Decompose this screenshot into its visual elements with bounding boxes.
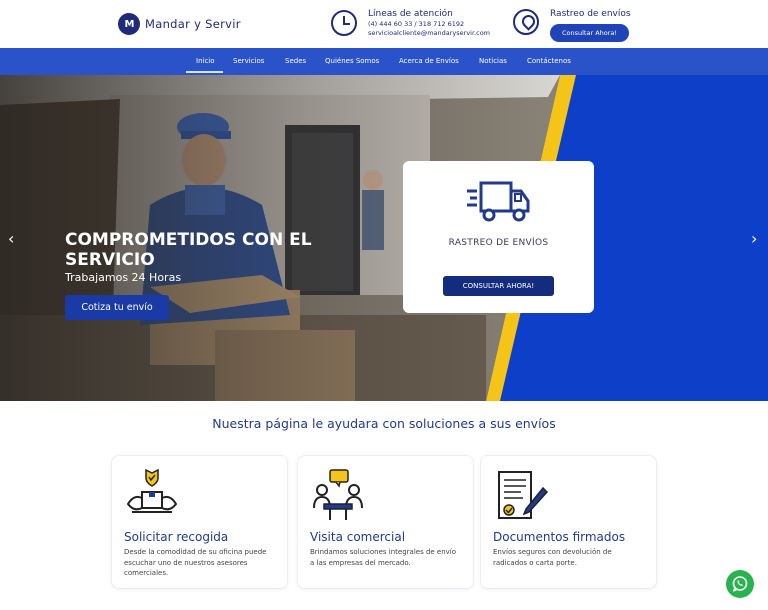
- slider-next-icon[interactable]: ›: [751, 229, 757, 248]
- card-description: Envíos seguros con devolución de radicad…: [493, 548, 612, 567]
- delivery-truck-icon: [467, 181, 530, 222]
- nav-item-acerca-envios[interactable]: Acerca de Envíos: [399, 57, 459, 65]
- signed-document-icon: [498, 471, 549, 519]
- service-card[interactable]: Visita comercial Brindamos soluciones in…: [297, 455, 474, 589]
- whatsapp-icon: [732, 576, 748, 592]
- main-nav: Inicio Servicios Sedes Quiénes Somos Ace…: [0, 48, 768, 75]
- card-title: Solicitar recogida: [124, 530, 229, 544]
- nav-item-quienes-somos[interactable]: Quiénes Somos: [325, 57, 379, 65]
- location-pin-icon: [513, 9, 539, 35]
- card-title: Documentos firmados: [493, 530, 626, 544]
- service-card[interactable]: Documentos firmados Envíos seguros con d…: [480, 455, 657, 589]
- logo-text: Mandar y Servir: [145, 17, 241, 31]
- package-pickup-icon: [126, 468, 178, 513]
- tracking-card: RASTREO DE ENVÍOS CONSULTAR AHORA!: [403, 161, 594, 313]
- nav-item-servicios[interactable]: Servicios: [233, 57, 264, 65]
- logo[interactable]: M Mandar y Servir: [118, 13, 241, 35]
- nav-item-noticias[interactable]: Noticias: [479, 57, 507, 65]
- nav-item-sedes[interactable]: Sedes: [285, 57, 306, 65]
- tracking-title: Rastreo de envíos: [550, 9, 631, 19]
- meeting-icon: [313, 469, 363, 520]
- hero-subtitle: Trabajamos 24 Horas: [65, 271, 182, 284]
- logo-mark: M: [118, 13, 140, 35]
- clock-icon: [331, 10, 357, 36]
- slider-prev-icon[interactable]: ‹: [8, 229, 14, 248]
- contact-email[interactable]: servicioalcliente@mandaryservir.com: [368, 29, 490, 38]
- nav-item-inicio[interactable]: Inicio: [196, 57, 215, 65]
- service-card[interactable]: Solicitar recogida Desde la comodidad de…: [111, 455, 288, 589]
- header-track-button[interactable]: Consultar Ahora!: [550, 24, 629, 42]
- card-description: Brindamos soluciones integrales de envío…: [310, 548, 457, 567]
- section-title: Nuestra página le ayudara con soluciones…: [212, 416, 556, 431]
- tracking-card-button[interactable]: CONSULTAR AHORA!: [443, 276, 554, 296]
- card-title: Visita comercial: [310, 530, 406, 544]
- nav-item-contactenos[interactable]: Contáctenos: [527, 57, 571, 65]
- quote-shipment-button[interactable]: Cotiza tu envío: [65, 295, 169, 320]
- whatsapp-button[interactable]: [726, 570, 754, 598]
- contact-title: Líneas de atención: [368, 9, 453, 19]
- hero-title: COMPROMETIDOS CON EL SERVICIO: [65, 230, 312, 270]
- contact-info: Líneas de atención (4) 444 60 33 / 318 7…: [331, 9, 490, 38]
- card-description: Desde la comodidad de su oficina puede e…: [124, 548, 267, 577]
- tracking-widget: Rastreo de envíos Consultar Ahora!: [513, 9, 631, 42]
- site-header: M Mandar y Servir Líneas de atención (4)…: [0, 0, 768, 48]
- contact-phones[interactable]: (4) 444 60 33 / 318 712 6192: [368, 20, 490, 29]
- tracking-card-title: RASTREO DE ENVÍOS: [448, 238, 549, 248]
- hero-slider: COMPROMETIDOS CON EL SERVICIO Trabajamos…: [0, 75, 768, 401]
- nav-active-indicator: [186, 71, 223, 73]
